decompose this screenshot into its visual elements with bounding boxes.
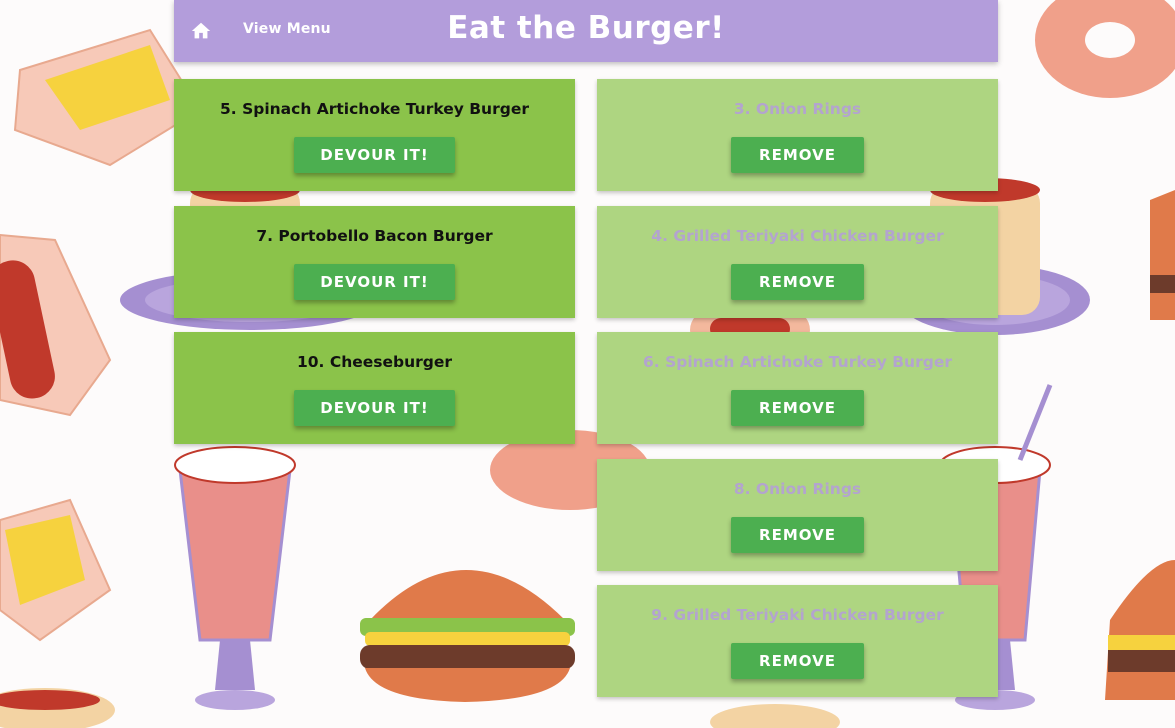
navbar: View Menu Eat the Burger! xyxy=(174,0,998,62)
burger-name: 4. Grilled Teriyaki Chicken Burger xyxy=(651,227,944,245)
burger-name: 3. Onion Rings xyxy=(733,100,862,118)
devour-button[interactable]: DEVOUR IT! xyxy=(294,264,455,300)
burger-name: 5. Spinach Artichoke Turkey Burger xyxy=(220,100,529,118)
brand-title[interactable]: Eat the Burger! xyxy=(174,10,998,46)
remove-button[interactable]: REMOVE xyxy=(731,264,864,300)
devoured-card: 8. Onion Rings REMOVE xyxy=(597,459,998,571)
burger-name: 6. Spinach Artichoke Turkey Burger xyxy=(643,353,952,371)
burger-name: 7. Portobello Bacon Burger xyxy=(256,227,493,245)
devour-button[interactable]: DEVOUR IT! xyxy=(294,390,455,426)
burger-illustration xyxy=(360,570,575,702)
hotdog-illustration xyxy=(0,233,112,417)
devoured-card: 6. Spinach Artichoke Turkey Burger REMOV… xyxy=(597,332,998,444)
burger-illustration xyxy=(1105,190,1175,700)
devoured-card: 4. Grilled Teriyaki Chicken Burger REMOV… xyxy=(597,206,998,318)
devoured-card: 9. Grilled Teriyaki Chicken Burger REMOV… xyxy=(597,585,998,697)
remove-button[interactable]: REMOVE xyxy=(731,390,864,426)
remove-button[interactable]: REMOVE xyxy=(731,517,864,553)
burger-name: 8. Onion Rings xyxy=(733,480,862,498)
devoured-card: 3. Onion Rings REMOVE xyxy=(597,79,998,191)
devour-card: 10. Cheeseburger DEVOUR IT! xyxy=(174,332,575,444)
devour-card: 5. Spinach Artichoke Turkey Burger DEVOU… xyxy=(174,79,575,191)
devour-card: 7. Portobello Bacon Burger DEVOUR IT! xyxy=(174,206,575,318)
remove-button[interactable]: REMOVE xyxy=(731,137,864,173)
burger-name: 10. Cheeseburger xyxy=(296,353,453,371)
devour-button[interactable]: DEVOUR IT! xyxy=(294,137,455,173)
milkshake-illustration xyxy=(174,446,296,710)
donut-illustration xyxy=(1035,0,1175,98)
remove-button[interactable]: REMOVE xyxy=(731,643,864,679)
burger-name: 9. Grilled Teriyaki Chicken Burger xyxy=(651,606,944,624)
fries-illustration xyxy=(0,498,112,642)
fries-illustration xyxy=(13,28,202,167)
